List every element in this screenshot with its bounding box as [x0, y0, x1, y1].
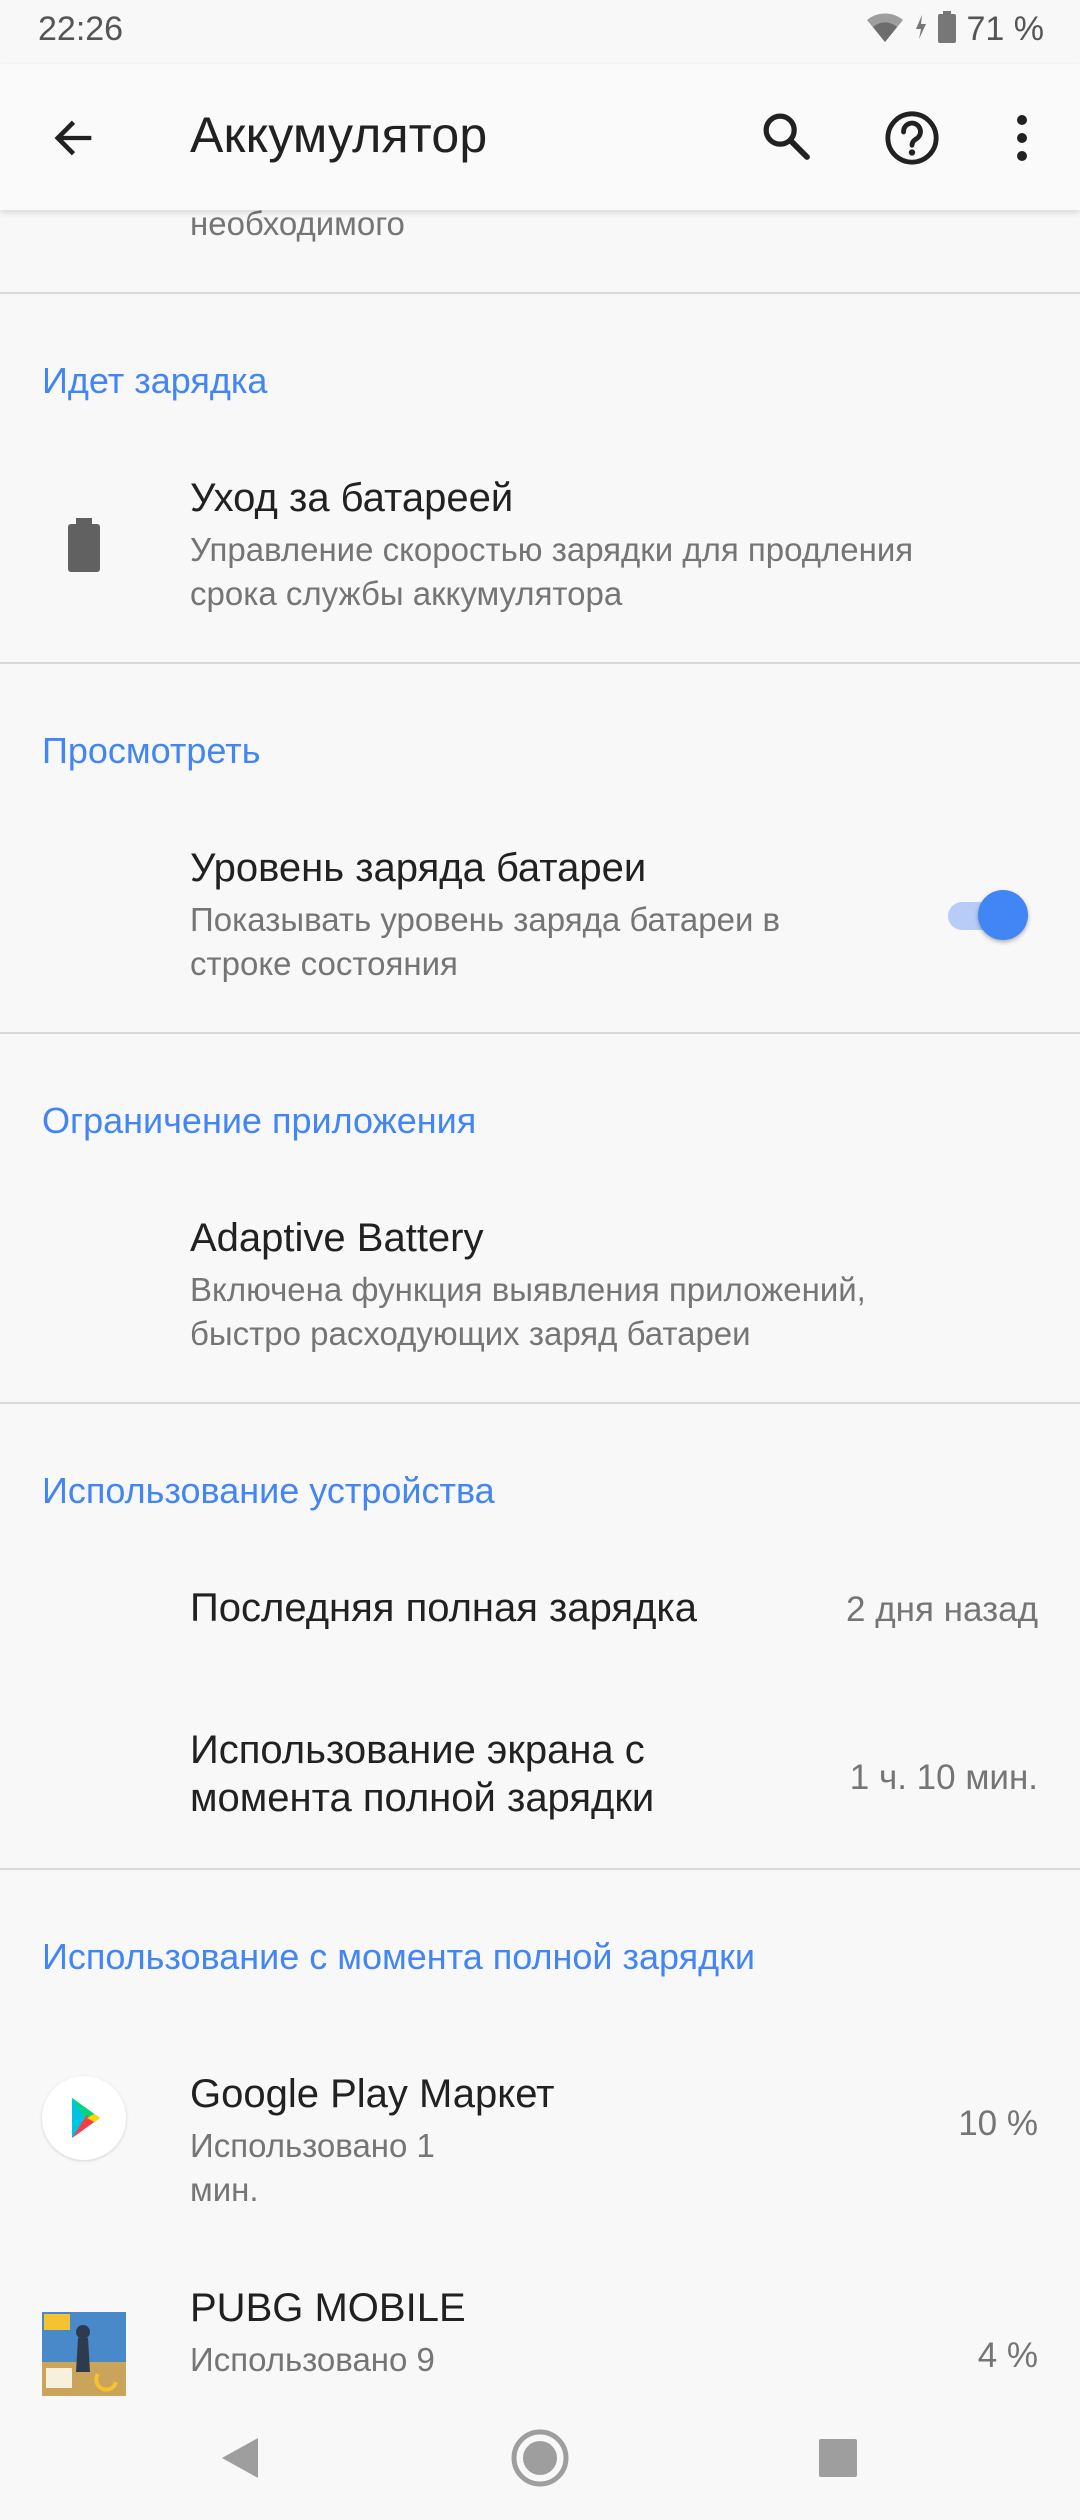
nav-back-button[interactable] [200, 2420, 280, 2500]
last-full-charge-item[interactable]: Последняя полная зарядка 2 дня назад [0, 1540, 1080, 1680]
section-header-charging: Идет зарядка [42, 360, 268, 401]
app-usage-row[interactable]: Google Play Маркет Использовано 1 мин. 1… [0, 2020, 1080, 2220]
nav-back-icon [218, 2434, 262, 2487]
adaptive-battery-title: Adaptive Battery [190, 1216, 484, 1260]
battery-percentage-title: Уровень заряда батареи [190, 846, 647, 890]
screen-usage-value: 1 ч. 10 мин. [849, 1758, 1038, 1797]
battery-care-title: Уход за батареей [190, 476, 514, 520]
divider [0, 292, 1080, 294]
page-title: Аккумулятор [190, 107, 488, 163]
battery-care-icon [64, 518, 104, 577]
adaptive-battery-subtitle-line1: Включена функция выявления приложений, [190, 1271, 866, 1308]
last-full-charge-value: 2 дня назад [846, 1590, 1038, 1629]
pubg-mobile-icon [42, 2312, 126, 2396]
nav-recents-button[interactable] [798, 2420, 878, 2500]
help-button[interactable] [872, 100, 952, 180]
battery-care-item[interactable]: Уход за батареей Управление скоростью за… [0, 440, 1080, 640]
help-icon [883, 109, 941, 172]
back-button[interactable] [36, 102, 112, 178]
section-header-view: Просмотреть [42, 730, 261, 771]
battery-percentage-subtitle-line2: строке состояния [190, 945, 458, 982]
screen-usage-title-line2: момента полной зарядки [190, 1776, 655, 1820]
last-full-charge-title: Последняя полная зарядка [190, 1586, 698, 1630]
battery-icon [937, 11, 957, 48]
battery-percentage-toggle[interactable] [944, 890, 1030, 940]
search-button[interactable] [748, 100, 824, 176]
app-usage-line2: мин. [190, 2171, 259, 2208]
more-options-button[interactable] [992, 100, 1052, 180]
divider [0, 1032, 1080, 1034]
app-name: PUBG MOBILE [190, 2286, 466, 2330]
app-usage-row[interactable]: PUBG MOBILE Использовано 9 4 % [0, 2260, 1080, 2396]
section-header-app-restriction: Ограничение приложения [42, 1100, 477, 1141]
app-bar: Аккумулятор [0, 64, 1080, 210]
screen-usage-title-line1: Использование экрана с [190, 1728, 645, 1772]
navigation-bar [0, 2396, 1080, 2520]
divider [0, 1402, 1080, 1404]
app-usage-percent: 10 % [958, 2104, 1038, 2143]
app-name: Google Play Маркет [190, 2072, 555, 2116]
divider [0, 662, 1080, 664]
app-usage-line1: Использовано 1 [190, 2127, 435, 2164]
charging-icon [915, 15, 927, 44]
adaptive-battery-subtitle-line2: быстро расходующих заряд батареи [190, 1315, 751, 1352]
nav-recents-icon [817, 2437, 859, 2484]
google-play-icon [42, 2076, 126, 2160]
adaptive-battery-item[interactable]: Adaptive Battery Включена функция выявле… [0, 1180, 1080, 1380]
screen-usage-item[interactable]: Использование экрана с момента полной за… [0, 1700, 1080, 1850]
divider [0, 1868, 1080, 1870]
battery-percent: 71 % [966, 10, 1045, 48]
app-usage-percent: 4 % [977, 2336, 1038, 2375]
status-time: 22:26 [38, 10, 124, 48]
app-usage-line1: Использовано 9 [190, 2341, 435, 2378]
status-right: 71 % [865, 10, 1045, 49]
toggle-thumb [978, 890, 1028, 940]
nav-home-icon [508, 2426, 572, 2495]
battery-percentage-item[interactable]: Уровень заряда батареи Показывать уровен… [0, 810, 1080, 1010]
battery-care-subtitle-line2: срока службы аккумулятора [190, 575, 623, 612]
more-vert-icon [1014, 112, 1030, 169]
wifi-icon [865, 10, 905, 49]
section-header-usage-since-full: Использование с момента полной зарядки [42, 1936, 756, 1977]
nav-home-button[interactable] [500, 2420, 580, 2500]
battery-percentage-subtitle-line1: Показывать уровень заряда батареи в [190, 901, 781, 938]
search-icon [758, 108, 814, 169]
status-bar: 22:26 71 % [0, 0, 1080, 64]
back-arrow-icon [48, 112, 100, 169]
battery-care-subtitle-line1: Управление скоростью зарядки для продлен… [190, 531, 914, 568]
section-header-device-usage: Использование устройства [42, 1470, 495, 1511]
